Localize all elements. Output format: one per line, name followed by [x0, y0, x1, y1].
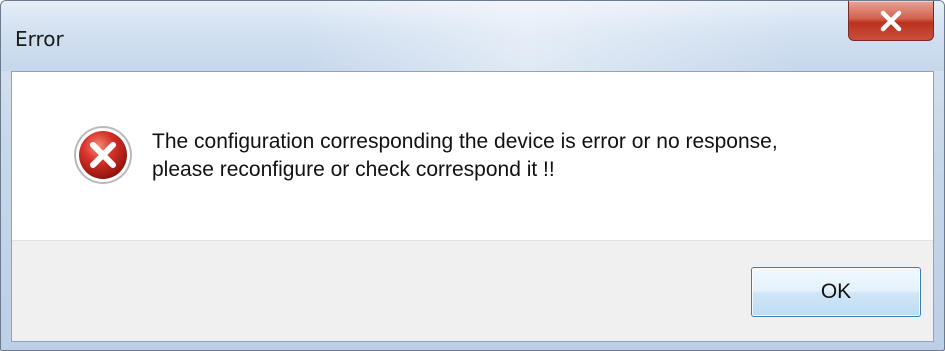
button-bar: OK: [12, 240, 933, 341]
message-area: The configuration corresponding the devi…: [12, 72, 933, 240]
title-bar[interactable]: Error: [1, 1, 944, 71]
error-icon: [72, 124, 134, 186]
error-dialog-window: Error The configuration corresponding th…: [0, 0, 945, 351]
error-message-line-2: please reconfigure or check correspond i…: [152, 158, 555, 181]
error-message-line-1: The configuration corresponding the devi…: [152, 130, 778, 153]
dialog-client-area: The configuration corresponding the devi…: [11, 71, 934, 342]
close-button[interactable]: [848, 1, 934, 41]
title-bar-glass: [301, 1, 801, 71]
window-title: Error: [15, 27, 64, 51]
ok-button[interactable]: OK: [751, 267, 921, 317]
error-message: The configuration corresponding the devi…: [152, 128, 912, 184]
close-x-icon: [878, 10, 904, 32]
